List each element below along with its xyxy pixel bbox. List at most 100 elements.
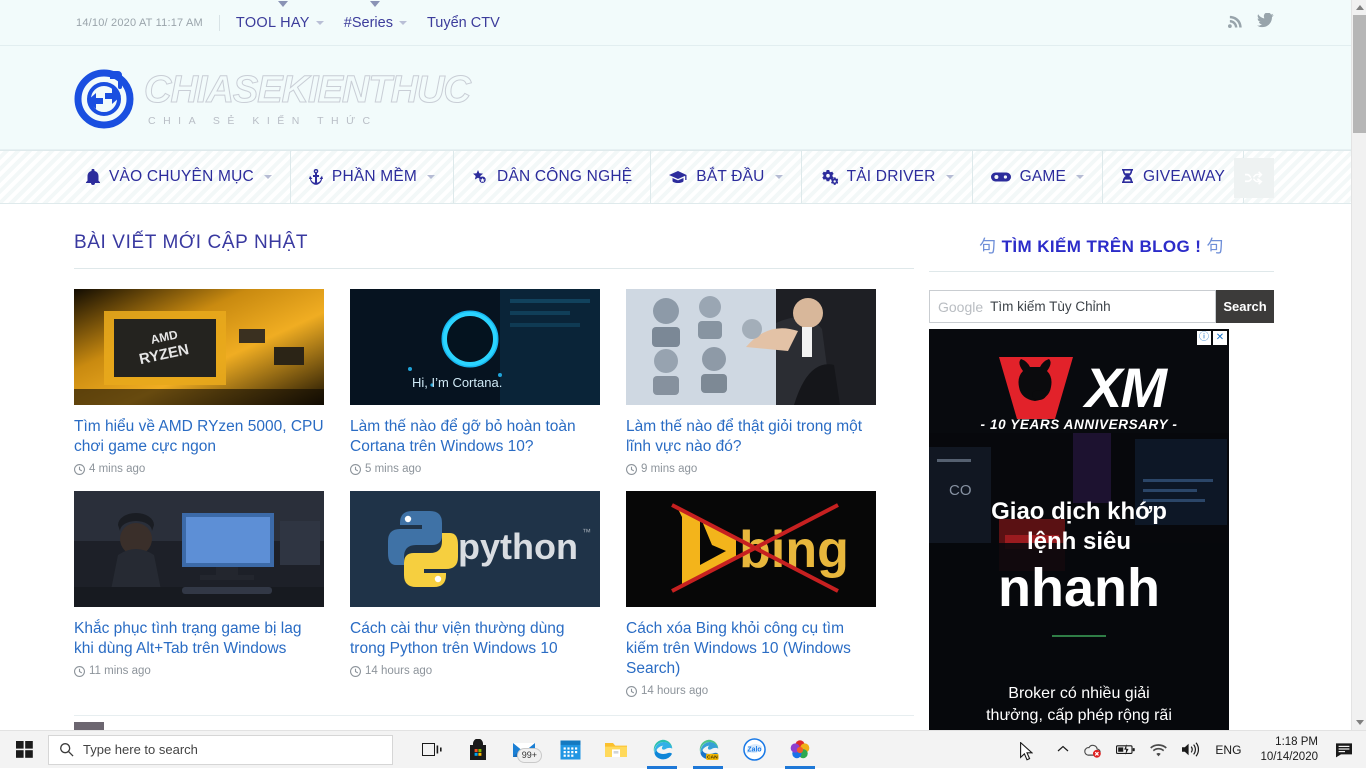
nav-item-dan-cong-nghe[interactable]: DÂN CÔNG NGHỆ [454,151,652,203]
article-time: 5 mins ago [365,463,422,475]
battery-button[interactable] [1109,731,1143,769]
show-hidden-icons-button[interactable] [1050,731,1076,769]
top-menu-tuyen-ctv[interactable]: Tuyển CTV [427,15,500,31]
article-time: 14 hours ago [641,685,709,697]
top-menu-label: #Series [343,14,393,31]
clock-icon [626,463,637,475]
ad-controls: ⓘ ✕ [1197,331,1227,345]
article-thumbnail[interactable] [74,491,324,607]
search-placeholder: Tìm kiếm Tùy Chỉnh [990,299,1111,314]
network-button[interactable] [1143,731,1174,769]
chevron-down-icon [774,175,783,179]
scroll-down-arrow[interactable] [1352,715,1366,730]
ad-headline-line1: Giao dịch khớp [991,498,1167,525]
microsoft-store-button[interactable] [455,731,501,769]
pagination-page-3[interactable]: 3 [134,722,164,730]
taskbar-search-placeholder: Type here to search [83,742,198,757]
file-explorer-button[interactable] [593,731,639,769]
article-title[interactable]: Cách xóa Bing khỏi công cụ tìm kiếm trên… [626,619,876,679]
start-button[interactable] [0,731,48,769]
advertisement-banner[interactable]: ⓘ ✕ CO XM - 10 YEARS ANNIVERSARY - Giao … [929,329,1229,730]
nav-item-game[interactable]: GAME [973,151,1104,203]
top-menu-tool-hay[interactable]: TOOL HAY [236,0,324,31]
chevron-up-icon [1058,745,1069,752]
nav-label: VÀO CHUYÊN MỤC [109,168,254,185]
volume-button[interactable] [1174,731,1206,769]
pagination-page-4[interactable]: 4 [164,722,194,730]
gamepad-icon [990,171,1011,183]
nav-label: GAME [1019,168,1067,185]
ad-close-icon[interactable]: ✕ [1213,331,1227,345]
clock[interactable]: 1:18 PM 10/14/2020 [1250,735,1328,765]
pagination-page-2[interactable]: 2 [104,722,134,730]
pagination-ellipsis: ... [224,722,254,730]
ad-subtext-line2: thưởng, cấp phép rộng rãi [986,707,1172,724]
scroll-up-arrow[interactable] [1352,0,1366,15]
top-menu-series[interactable]: #Series [343,0,407,31]
pagination-page-10[interactable]: 10 [254,722,284,730]
nav-item-giveaway[interactable]: GIVEAWAY [1103,151,1244,203]
nav-item-phan-mem[interactable]: PHẦN MỀM [291,151,455,203]
article-title[interactable]: Cách cài thư viện thường dùng trong Pyth… [350,619,600,659]
search-input[interactable]: Google Tìm kiếm Tùy Chỉnh [929,290,1216,323]
scrollbar-thumb[interactable] [1353,15,1366,133]
action-center-icon [1336,743,1352,758]
article-time: 11 mins ago [89,665,151,677]
search-icon [60,743,74,757]
article-thumbnail[interactable]: bing [626,491,876,607]
rss-icon[interactable] [1228,13,1243,33]
windows-taskbar: Type here to search 99+ CAN Zalo ENG 1:1… [0,730,1366,769]
article-meta: 4 mins ago [74,463,324,475]
zalo-button[interactable]: Zalo [731,731,777,769]
task-view-button[interactable] [409,731,455,769]
microsoft-edge-button[interactable] [639,731,685,769]
pagination-last[interactable]: Last [374,722,404,730]
article-thumbnail[interactable]: AMD RYZEN [74,289,324,405]
edge-canary-button[interactable]: CAN [685,731,731,769]
article-time: 4 mins ago [89,463,146,475]
clock-icon [626,685,637,697]
calendar-button[interactable] [547,731,593,769]
title-decoration-left: 句 [979,237,997,256]
nav-item-bat-dau[interactable]: BẮT ĐẦU [651,151,802,203]
nav-item-tai-driver[interactable]: TẢI DRIVER [802,151,973,203]
language-indicator[interactable]: ENG [1206,743,1250,757]
onedrive-button[interactable] [1076,731,1109,769]
taskbar-apps: 99+ CAN Zalo [409,731,823,769]
svg-text:™: ™ [582,527,591,537]
pagination-page-5[interactable]: 5 [194,722,224,730]
search-button[interactable]: Search [1216,290,1274,323]
pagination-page-30[interactable]: 30 [314,722,344,730]
active-marker [369,0,380,7]
pagination-page-20[interactable]: 20 [284,722,314,730]
article-title[interactable]: Tìm hiểu về AMD RYzen 5000, CPU chơi gam… [74,417,324,457]
random-post-button[interactable] [1234,158,1274,198]
twitter-icon[interactable] [1257,11,1274,33]
ad-info-icon[interactable]: ⓘ [1197,331,1211,345]
action-center-button[interactable] [1328,731,1362,769]
article-thumbnail[interactable] [626,289,876,405]
sidebar: 句 TÌM KIẾM TRÊN BLOG ! 句 Google Tìm kiếm… [929,204,1274,730]
mail-unread-badge: 99+ [516,747,542,763]
article-card: Làm thế nào để thật giỏi trong một lĩnh … [626,289,876,475]
microsoft-edge-icon [653,739,672,760]
article-thumbnail[interactable]: python ™ [350,491,600,607]
divider [218,14,220,31]
pagination-page-1[interactable]: 1 [74,722,104,730]
nav-item-vao-chuyen-muc[interactable]: VÀO CHUYÊN MỤC [74,151,291,203]
xm-bull-icon [999,357,1073,419]
browser-scrollbar[interactable] [1351,0,1366,730]
mail-button[interactable]: 99+ [501,731,547,769]
logo-wordmark: CHIASEKIENTHUC [144,68,472,111]
article-title[interactable]: Làm thế nào để gỡ bỏ hoàn toàn Cortana t… [350,417,600,457]
windows-start-icon [15,741,33,758]
article-title[interactable]: Làm thế nào để thật giỏi trong một lĩnh … [626,417,876,457]
top-menu-label: Tuyển CTV [426,14,500,31]
svg-text:Zalo: Zalo [747,746,761,753]
taskbar-search-input[interactable]: Type here to search [48,734,393,765]
article-thumbnail[interactable]: Hi, I’m Cortana. [350,289,600,405]
site-logo[interactable]: CHIASEKIENTHUC CHIA SẺ KIẾN THỨC [74,67,472,129]
article-title[interactable]: Khắc phục tình trạng game bị lag khi dùn… [74,619,324,659]
page-content: BÀI VIẾT MỚI CẬP NHẬT AMD RYZEN Tìm hiểu… [0,204,1366,730]
photos-button[interactable] [777,731,823,769]
